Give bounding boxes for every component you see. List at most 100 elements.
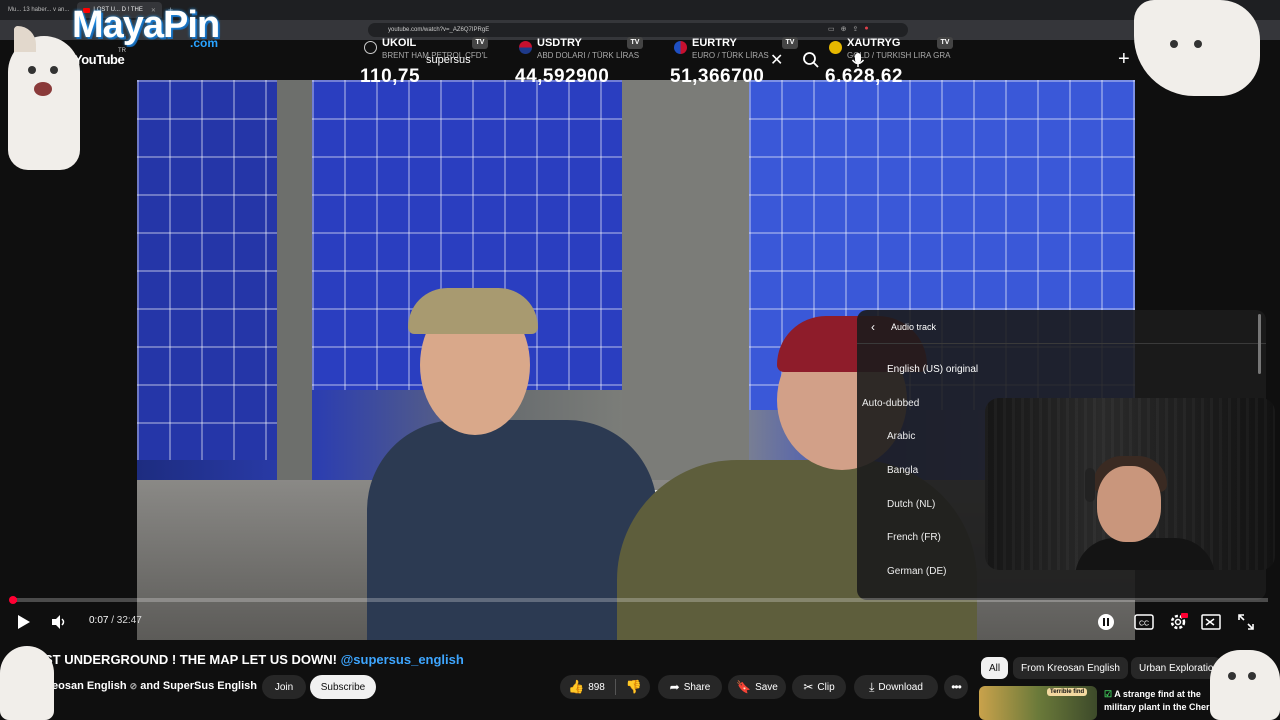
chevron-left-icon[interactable]: ‹	[871, 320, 883, 334]
ticker-symbol: EURTRY	[692, 37, 737, 49]
us-flag-icon	[519, 41, 532, 54]
save-button[interactable]: 🔖 Save	[728, 675, 786, 699]
like-count[interactable]: 898	[588, 682, 605, 693]
cat-eye	[1228, 672, 1236, 680]
recommendation-thumbnail[interactable]: Terrible find	[979, 686, 1097, 720]
cat-eye	[1170, 40, 1178, 48]
ticker-symbol: UKOIL	[382, 37, 417, 49]
mayapin-logo-suffix: .com	[190, 36, 219, 50]
verified-check-icon: ⊘	[129, 681, 138, 691]
more-dots-icon: •••	[951, 680, 962, 694]
scissors-icon: ✂	[803, 680, 814, 694]
join-label: Join	[274, 681, 294, 693]
search-input[interactable]: supersus	[426, 54, 471, 66]
menu-title: Audio track	[891, 321, 937, 332]
channel-mention-link[interactable]: @supersus_english	[341, 652, 464, 667]
recommendation-title[interactable]: ☑ A strange find at the military plant i…	[1104, 688, 1224, 714]
create-plus-icon[interactable]: +	[1118, 48, 1130, 71]
subtitles-icon[interactable]: CC	[1134, 613, 1154, 631]
audio-track-menu-header[interactable]: ‹ Audio track	[857, 310, 1266, 344]
volume-icon[interactable]	[50, 613, 68, 631]
microphone-icon[interactable]	[849, 51, 867, 69]
channel-name[interactable]: eosan English ⊘ and SuperSus English	[52, 680, 257, 692]
more-actions-button[interactable]: •••	[944, 675, 968, 699]
ticker-symbol: USDTRY	[537, 37, 582, 49]
extension-icon[interactable]: ●	[864, 25, 868, 33]
save-label: Save	[755, 681, 778, 693]
ticker-usdtry: USDTRY ABD DOLARI / TÜRK LİRAS 44,592900…	[515, 34, 665, 87]
ticker-symbol: XAUTRYG	[847, 37, 901, 49]
zoom-icon[interactable]: ⊕	[841, 25, 847, 33]
join-button[interactable]: Join	[262, 675, 306, 699]
audio-option-label: Arabic	[887, 430, 916, 442]
cat-sticker	[1134, 0, 1260, 96]
webcam-overlay	[985, 398, 1275, 570]
duration: / 32:47	[111, 615, 142, 626]
cat-eye	[28, 66, 36, 74]
channel-name-text: eosan English	[52, 680, 127, 692]
scrubber-handle[interactable]	[9, 596, 17, 604]
ticker-eurtry: EURTRY EURO / TÜRK LİRAS 51,366700 TV	[670, 34, 820, 87]
chip-from-kreosan[interactable]: From Kreosan English	[1013, 657, 1128, 679]
browser-tab[interactable]: Mu... 13 haber... v an...	[2, 2, 75, 18]
pause-icon[interactable]	[1097, 613, 1115, 631]
video-title-text: ST UNDERGROUND ! THE MAP LET US DOWN!	[44, 652, 337, 667]
cat-eye	[50, 66, 58, 74]
thumbs-up-icon[interactable]: 👍	[568, 679, 584, 695]
clip-button[interactable]: ✂ Clip	[792, 675, 846, 699]
audio-option-label: German (DE)	[887, 565, 947, 577]
subscribe-button[interactable]: Subscribe	[310, 675, 376, 699]
concrete-pillar	[277, 80, 312, 500]
chip-label: Urban Exploratio	[1139, 662, 1214, 674]
screen: Mu... 13 haber... v an... LOST U... D ! …	[0, 0, 1280, 720]
thumbnail-badge: Terrible find	[1047, 688, 1088, 696]
current-time: 0:07	[89, 615, 109, 626]
tradingview-icon: TV	[472, 37, 488, 49]
share-button[interactable]: ➦ Share	[658, 675, 722, 699]
settings-gear-icon[interactable]	[1168, 612, 1188, 632]
person-left-jacket	[367, 420, 657, 640]
time-display: 0:07 / 32:47	[89, 615, 142, 626]
gold-coin-icon	[829, 41, 842, 54]
install-icon[interactable]: ▭	[828, 25, 835, 33]
fullscreen-icon[interactable]	[1237, 613, 1255, 631]
ticker-name: ABD DOLARI / TÜRK LİRAS	[537, 51, 640, 60]
share-arrow-icon: ➦	[669, 680, 680, 694]
audio-option-original[interactable]: English (US) original	[857, 354, 1266, 384]
country-code: TR	[118, 48, 126, 54]
cat-eye	[1248, 672, 1256, 680]
ticker-value: 6.628,62	[825, 66, 903, 87]
eu-flag-icon	[674, 41, 687, 54]
audio-option-label: English (US) original	[887, 363, 979, 375]
ticker-xautryg: XAUTRYG GOLD / TURKISH LIRA GRA 6.628,62…	[825, 34, 975, 87]
progress-bar[interactable]	[12, 598, 1268, 602]
cat-mouth	[34, 82, 52, 96]
play-icon[interactable]	[14, 613, 32, 631]
search-icon[interactable]	[802, 51, 820, 69]
miniplayer-icon[interactable]	[1201, 613, 1221, 631]
glass-block-wall-left	[137, 80, 277, 460]
clear-search-icon[interactable]: ✕	[770, 50, 783, 70]
person-left-cap	[408, 288, 538, 334]
share-icon[interactable]: ⇪	[853, 25, 859, 33]
ticker-value: 51,366700	[670, 66, 765, 87]
thumbs-down-icon[interactable]: 👎	[626, 679, 642, 695]
concrete-pillar	[622, 80, 749, 500]
recommendation-title-text: A strange find at the military plant in …	[1104, 689, 1210, 712]
headset-icon	[1085, 468, 1095, 502]
youtube-logo[interactable]: YouTube	[74, 52, 125, 67]
chip-urban-exploration[interactable]: Urban Exploratio	[1131, 657, 1222, 679]
oil-drop-icon	[364, 41, 377, 54]
chip-label: From Kreosan English	[1021, 662, 1120, 674]
audio-option-label: Dutch (NL)	[887, 498, 936, 510]
audio-option-label: Bangla	[887, 464, 919, 476]
cat-sticker	[8, 26, 80, 170]
cat-sticker	[0, 646, 54, 720]
chip-all[interactable]: All	[981, 657, 1009, 679]
divider	[614, 679, 616, 695]
chip-label: All	[989, 662, 1001, 674]
download-button[interactable]: ⤓ Download	[854, 675, 938, 699]
ticker-value: 44,592900	[515, 66, 610, 87]
url-text: youtube.com/watch?v=_AZ6Q7IPRgE	[388, 27, 490, 33]
ticker-name: EURO / TÜRK LİRAS	[692, 51, 769, 60]
